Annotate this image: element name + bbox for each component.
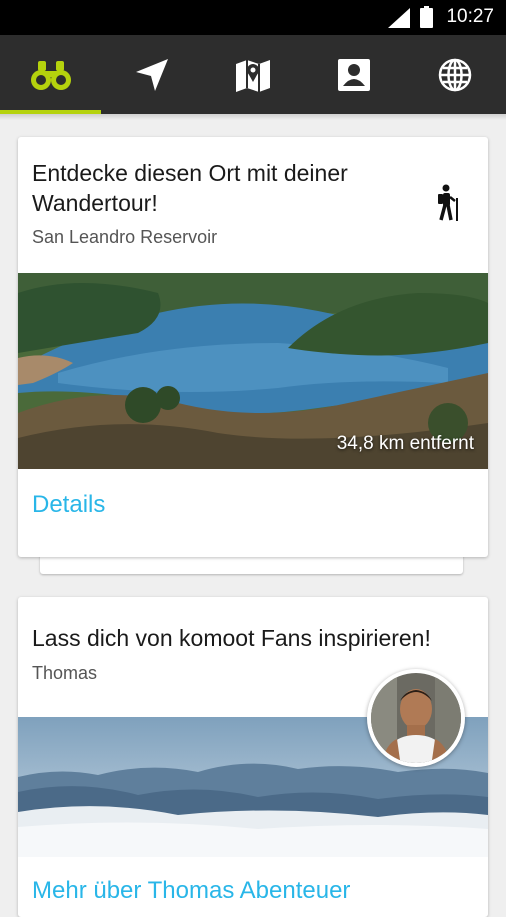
distance-label: 34,8 km entfernt xyxy=(336,433,474,454)
tab-discover[interactable] xyxy=(0,35,101,114)
top-navigation xyxy=(0,35,506,114)
card-title: Lass dich von komoot Fans inspirieren! xyxy=(32,625,431,651)
hiker-icon xyxy=(438,184,458,221)
card-title: Entdecke diesen Ort mit deiner Wandertou… xyxy=(32,160,348,216)
card-subtitle: Thomas xyxy=(32,663,98,683)
avatar[interactable] xyxy=(367,669,465,767)
tab-profile[interactable] xyxy=(303,35,404,114)
details-link[interactable]: Details xyxy=(32,491,105,519)
user-photo xyxy=(371,673,461,763)
map-pin-icon xyxy=(235,59,270,92)
tab-navigate[interactable] xyxy=(101,35,202,114)
more-about-link[interactable]: Mehr über Thomas Abenteuer xyxy=(32,877,350,905)
tab-explore-world[interactable] xyxy=(404,35,505,114)
status-bar: 10:27 xyxy=(0,0,506,35)
binoculars-icon xyxy=(30,60,71,90)
signal-icon xyxy=(388,8,410,28)
status-time: 10:27 xyxy=(446,6,494,27)
stacked-card-edge xyxy=(40,555,463,574)
reservoir-photo[interactable]: 34,8 km entfernt xyxy=(18,273,488,469)
discover-card[interactable]: Entdecke diesen Ort mit deiner Wandertou… xyxy=(18,137,488,557)
battery-icon xyxy=(420,6,433,28)
card-subtitle: San Leandro Reservoir xyxy=(32,227,218,247)
navigation-arrow-icon xyxy=(135,58,168,91)
tab-map[interactable] xyxy=(202,35,303,114)
profile-icon xyxy=(337,58,370,91)
globe-icon xyxy=(438,58,471,91)
